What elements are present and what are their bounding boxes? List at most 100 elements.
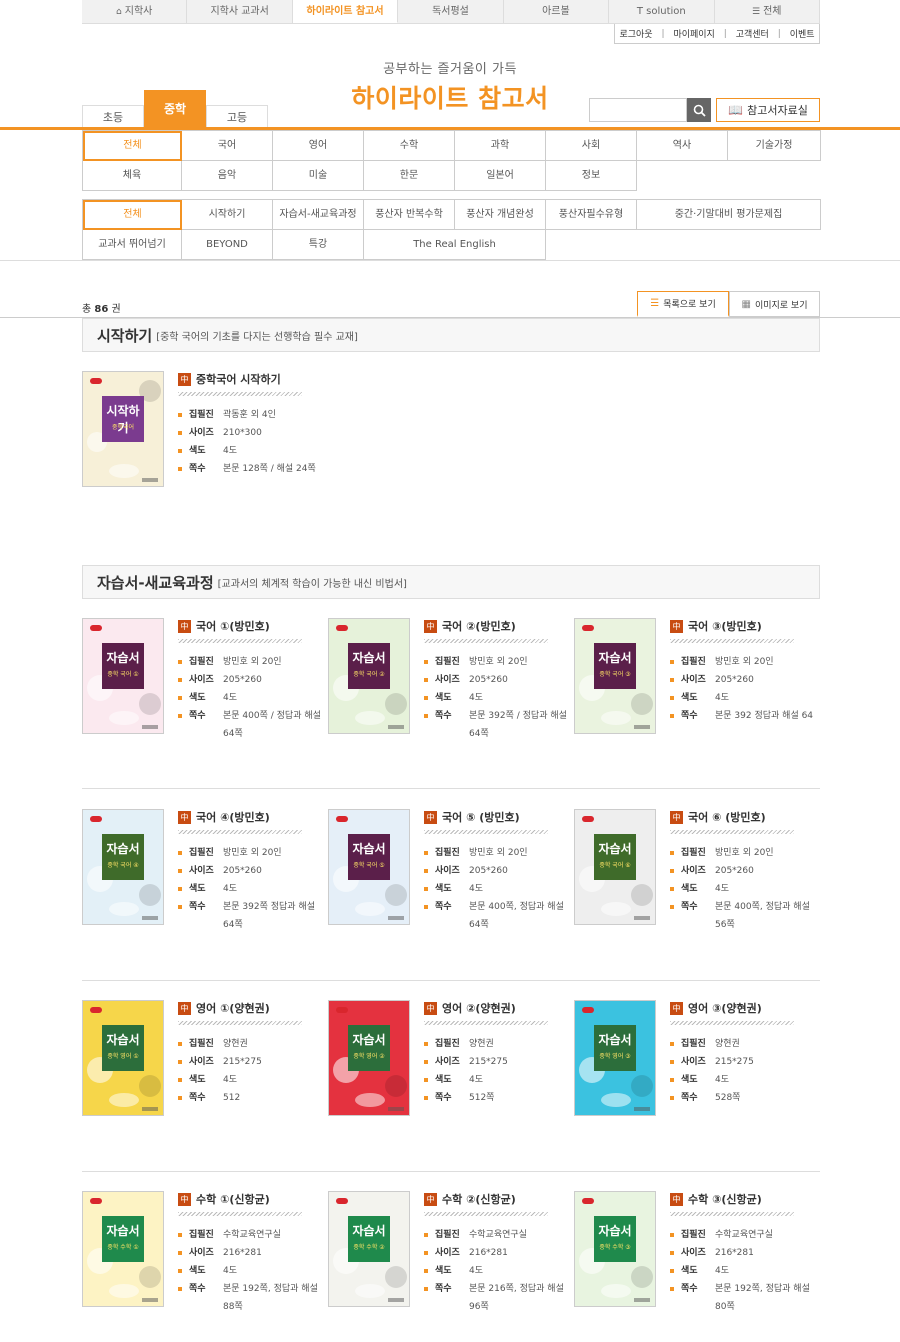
image-view-button[interactable]: ▦ 이미지로 보기	[729, 291, 820, 317]
book-cover[interactable]: 자습서 중학 국어 ②	[328, 618, 410, 734]
series-pungsanja-concept[interactable]: 풍산자 개념완성	[455, 200, 546, 230]
book-title[interactable]: 국어 ③(방민호)	[688, 618, 762, 634]
subject-music[interactable]: 음악	[182, 161, 273, 191]
book-card[interactable]: 자습서 중학 국어 ③ 中 국어 ③(방민호) 집필진 방민호 외 20인 사이즈…	[574, 618, 820, 758]
subject-korean[interactable]: 국어	[182, 131, 273, 161]
book-title[interactable]: 국어 ②(방민호)	[442, 618, 516, 634]
book-title[interactable]: 수학 ③(신항균)	[688, 1191, 762, 1207]
book-cover[interactable]: 자습서 중학 영어 ③	[574, 1000, 656, 1116]
book-card[interactable]: 자습서 중학 국어 ① 中 국어 ①(방민호) 집필진 방민호 외 20인 사이즈…	[82, 618, 328, 758]
book-pages: 512	[223, 1093, 241, 1103]
subject-english[interactable]: 영어	[273, 131, 364, 161]
subject-history[interactable]: 역사	[637, 131, 728, 161]
subject-info[interactable]: 정보	[546, 161, 637, 191]
book-card[interactable]: 자습서 중학 수학 ① 中 수학 ①(신항균) 집필진 수학교육연구실 사이즈 21…	[82, 1191, 328, 1331]
book-card[interactable]: 시작하기 중학국어 中 중학국어 시작하기 집필진 곽동훈 외 4인 사이즈 210…	[82, 371, 328, 511]
gnav-reading[interactable]: 독서평설	[398, 0, 504, 23]
subject-social[interactable]: 사회	[546, 131, 637, 161]
row-divider	[82, 1171, 820, 1172]
book-title[interactable]: 국어 ①(방민호)	[196, 618, 270, 634]
book-card[interactable]: 자습서 중학 수학 ② 中 수학 ②(신항균) 집필진 수학교육연구실 사이즈 21…	[328, 1191, 574, 1331]
book-card[interactable]: 자습서 중학 국어 ② 中 국어 ②(방민호) 집필진 방민호 외 20인 사이즈…	[328, 618, 574, 758]
book-title[interactable]: 수학 ②(신항균)	[442, 1191, 516, 1207]
subject-art[interactable]: 미술	[273, 161, 364, 191]
gnav-highlight[interactable]: 하이라이트 참고서	[292, 0, 399, 23]
gnav-all[interactable]: ☰ 전체	[715, 0, 820, 23]
gnav-label: 하이라이트 참고서	[306, 6, 384, 17]
cover-subtitle: 중학국어	[111, 424, 135, 431]
book-title[interactable]: 영어 ②(양현권)	[442, 1000, 516, 1016]
series-real-english[interactable]: The Real English	[364, 230, 546, 260]
gnav-arbol[interactable]: 아르볼	[504, 0, 610, 23]
book-cover[interactable]: 자습서 중학 영어 ②	[328, 1000, 410, 1116]
subject-japanese[interactable]: 일본어	[455, 161, 546, 191]
cover-subtitle: 중학 국어 ④	[107, 862, 139, 869]
book-cover[interactable]: 자습서 중학 수학 ③	[574, 1191, 656, 1307]
series-pungsanja-repeat[interactable]: 풍산자 반복수학	[364, 200, 455, 230]
event-link[interactable]: 이벤트	[790, 27, 815, 40]
logout-link[interactable]: 로그아웃	[619, 27, 652, 40]
book-title[interactable]: 영어 ③(양현권)	[688, 1000, 762, 1016]
subject-pe[interactable]: 체육	[83, 161, 182, 191]
series-pungsanja-essential[interactable]: 풍산자필수유형	[546, 200, 637, 230]
book-cover[interactable]: 자습서 중학 수학 ②	[328, 1191, 410, 1307]
book-title[interactable]: 국어 ⑥ (방민호)	[688, 809, 766, 825]
publisher-logo-icon	[142, 725, 158, 729]
gnav-label: 독서평설	[432, 6, 469, 17]
book-card[interactable]: 자습서 중학 영어 ① 中 영어 ①(양현권) 집필진 양현권 사이즈 215*27…	[82, 1000, 328, 1140]
series-special[interactable]: 특강	[273, 230, 364, 260]
book-cover[interactable]: 자습서 중학 국어 ⑥	[574, 809, 656, 925]
mypage-link[interactable]: 마이페이지	[673, 27, 714, 40]
search-button[interactable]	[687, 98, 711, 122]
search-input[interactable]	[589, 98, 687, 122]
series-self-study[interactable]: 자습서-새교육과정	[273, 200, 364, 230]
book-card[interactable]: 자습서 중학 영어 ② 中 영어 ②(양현권) 집필진 양현권 사이즈 215*27…	[328, 1000, 574, 1140]
subject-tech-home[interactable]: 기술가정	[728, 131, 821, 161]
book-title[interactable]: 수학 ①(신항균)	[196, 1191, 270, 1207]
customer-center-link[interactable]: 고객센터	[736, 27, 769, 40]
cover-title: 자습서	[598, 1224, 632, 1238]
subject-all[interactable]: 전체	[83, 131, 182, 161]
book-card[interactable]: 자습서 중학 국어 ⑤ 中 국어 ⑤ (방민호) 집필진 방민호 외 20인 사이…	[328, 809, 574, 949]
book-cover[interactable]: 자습서 중학 국어 ⑤	[328, 809, 410, 925]
tab-elementary[interactable]: 초등	[82, 105, 144, 128]
tab-middle[interactable]: 중학	[144, 90, 206, 128]
book-author: 수학교육연구실	[715, 1230, 773, 1240]
gnav-tsolution[interactable]: T solution	[609, 0, 715, 23]
series-exam-prep[interactable]: 중간·기말대비 평가문제집	[637, 200, 821, 230]
series-beyond[interactable]: BEYOND	[182, 230, 273, 260]
tab-high[interactable]: 고등	[206, 105, 268, 128]
series-all[interactable]: 전체	[83, 200, 182, 230]
cover-title-block: 자습서 중학 영어 ③	[594, 1025, 636, 1071]
subject-math[interactable]: 수학	[364, 131, 455, 161]
book-specs: 집필진 방민호 외 20인 사이즈 205*260 색도 4도 쪽수 본문 400쪽 /…	[178, 653, 328, 743]
book-cover[interactable]: 자습서 중학 국어 ①	[82, 618, 164, 734]
book-cover[interactable]: 자습서 중학 수학 ①	[82, 1191, 164, 1307]
series-grid: 전체 시작하기 자습서-새교육과정 풍산자 반복수학 풍산자 개념완성 풍산자필…	[82, 199, 821, 260]
gnav-textbook[interactable]: 지학사 교과서	[187, 0, 293, 23]
book-color: 4도	[469, 1075, 484, 1085]
book-specs: 집필진 수학교육연구실 사이즈 216*281 색도 4도 쪽수 본문 216쪽, 정답…	[424, 1226, 574, 1316]
book-specs: 집필진 방민호 외 20인 사이즈 205*260 색도 4도 쪽수 본문 392쪽 /…	[424, 653, 574, 743]
book-card[interactable]: 자습서 중학 수학 ③ 中 수학 ③(신항균) 집필진 수학교육연구실 사이즈 21…	[574, 1191, 820, 1331]
series-beyond-textbook[interactable]: 교과서 뛰어넘기	[83, 230, 182, 260]
list-view-button[interactable]: ☰ 목록으로 보기	[637, 291, 729, 317]
book-title[interactable]: 국어 ④(방민호)	[196, 809, 270, 825]
book-cover[interactable]: 자습서 중학 국어 ③	[574, 618, 656, 734]
book-title[interactable]: 중학국어 시작하기	[196, 371, 281, 387]
book-card[interactable]: 자습서 중학 영어 ③ 中 영어 ③(양현권) 집필진 양현권 사이즈 215*27…	[574, 1000, 820, 1140]
gnav-jihaksa[interactable]: ⌂ 지학사	[82, 0, 188, 23]
subject-hanmun[interactable]: 한문	[364, 161, 455, 191]
book-card[interactable]: 자습서 중학 국어 ④ 中 국어 ④(방민호) 집필진 방민호 외 20인 사이즈…	[82, 809, 328, 949]
book-title[interactable]: 국어 ⑤ (방민호)	[442, 809, 520, 825]
book-cover[interactable]: 시작하기 중학국어	[82, 371, 164, 487]
reference-room-button[interactable]: 📖 참고서자료실	[716, 98, 820, 122]
book-cover[interactable]: 자습서 중학 국어 ④	[82, 809, 164, 925]
book-pages: 본문 392쪽 / 정답과 해설 64쪽	[469, 711, 567, 739]
series-start[interactable]: 시작하기	[182, 200, 273, 230]
cover-title: 자습서	[598, 651, 632, 665]
book-cover[interactable]: 자습서 중학 영어 ①	[82, 1000, 164, 1116]
book-title[interactable]: 영어 ①(양현권)	[196, 1000, 270, 1016]
subject-science[interactable]: 과학	[455, 131, 546, 161]
book-card[interactable]: 자습서 중학 국어 ⑥ 中 국어 ⑥ (방민호) 집필진 방민호 외 20인 사이…	[574, 809, 820, 949]
